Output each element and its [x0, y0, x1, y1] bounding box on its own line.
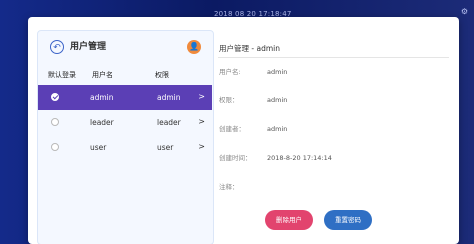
- role-cell: admin: [157, 93, 181, 102]
- role-cell: leader: [157, 118, 181, 127]
- user-row-admin[interactable]: admin admin >: [38, 85, 212, 110]
- user-list-header: ↶ 用户管理 👤: [38, 31, 213, 65]
- user-row-user[interactable]: user user >: [38, 135, 212, 160]
- username-cell: leader: [90, 118, 114, 127]
- default-login-radio[interactable]: [51, 118, 59, 126]
- default-login-radio[interactable]: [51, 143, 59, 151]
- chevron-right-icon: >: [198, 117, 205, 126]
- creator-label: 创建者：: [219, 125, 245, 133]
- add-user-icon[interactable]: 👤: [187, 40, 201, 54]
- created-time-value: 2018-8-20 17:14:14: [267, 154, 332, 162]
- detail-divider: [218, 57, 449, 58]
- column-header-default-login: 默认登录: [48, 71, 76, 79]
- created-time-label: 创建时间：: [219, 154, 252, 162]
- creator-value: admin: [267, 125, 288, 133]
- chevron-right-icon: >: [198, 92, 205, 101]
- username-cell: user: [90, 143, 107, 152]
- user-list: admin admin > leader leader > user user …: [38, 85, 212, 160]
- username-value: admin: [267, 68, 288, 76]
- column-header-role: 权限: [155, 71, 169, 79]
- panel-title: 用户管理: [70, 42, 107, 52]
- role-label: 权限：: [219, 96, 239, 104]
- chevron-right-icon: >: [198, 142, 205, 151]
- note-label: 注释：: [219, 183, 239, 191]
- system-tray-icon[interactable]: ⚙: [452, 7, 468, 17]
- reset-password-button[interactable]: 重置密码: [324, 210, 372, 230]
- column-header-username: 用户名: [92, 71, 113, 79]
- role-value: admin: [267, 96, 288, 104]
- role-cell: user: [157, 143, 174, 152]
- detail-title: 用户管理 - admin: [219, 44, 280, 53]
- username-cell: admin: [90, 93, 114, 102]
- user-management-dialog: ↶ 用户管理 👤 默认登录 用户名 权限 admin admin > leade…: [28, 17, 459, 244]
- username-label: 用户名:: [219, 68, 241, 76]
- default-login-radio[interactable]: [51, 93, 59, 101]
- user-row-leader[interactable]: leader leader >: [38, 110, 212, 135]
- delete-user-button[interactable]: 删除用户: [265, 210, 313, 230]
- back-arrow-icon[interactable]: ↶: [50, 40, 64, 54]
